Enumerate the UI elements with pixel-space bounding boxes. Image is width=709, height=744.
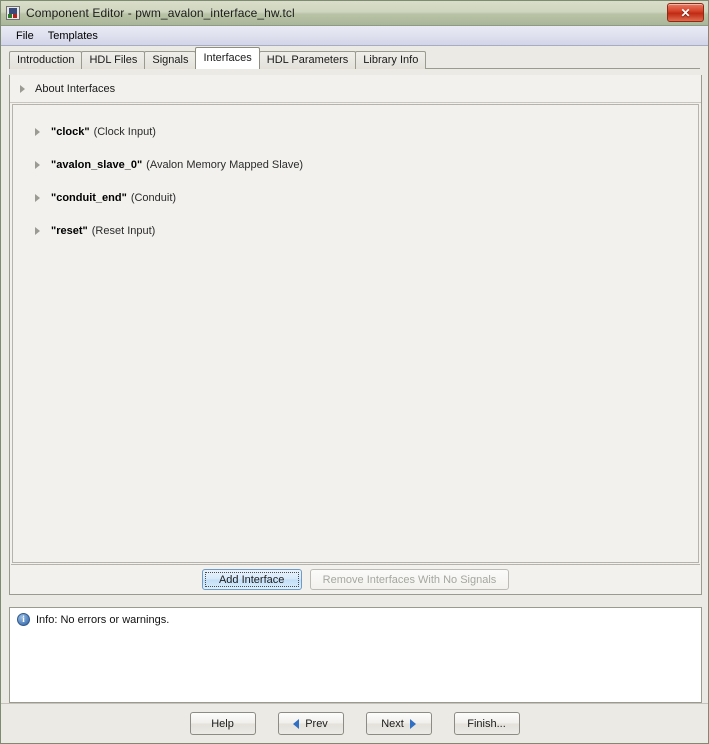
prev-button[interactable]: Prev [277,712,344,735]
menu-item-templates[interactable]: Templates [41,28,105,44]
message-row: i Info: No errors or warnings. [10,608,701,626]
message-text: Info: No errors or warnings. [36,613,170,626]
finish-button[interactable]: Finish... [453,712,520,735]
arrow-left-icon [293,718,300,729]
interface-actions-bar: Add Interface Remove Interfaces With No … [11,564,700,594]
menu-item-file[interactable]: File [9,28,41,44]
interface-type: (Conduit) [130,191,177,204]
tab-hdl-parameters[interactable]: HDL Parameters [258,51,357,69]
component-editor-icon [6,6,20,20]
interface-type: (Reset Input) [91,224,156,237]
list-item[interactable]: "avalon_slave_0" (Avalon Memory Mapped S… [13,148,698,181]
tab-signals[interactable]: Signals [144,51,197,69]
menu-bar: File Templates [1,26,708,46]
interfaces-list-panel[interactable]: "clock" (Clock Input) "avalon_slave_0" (… [12,104,699,563]
interface-type: (Clock Input) [93,125,156,138]
next-button[interactable]: Next [365,712,432,735]
interface-name: "reset" [51,224,88,237]
chevron-right-icon[interactable] [35,193,40,202]
tab-introduction[interactable]: Introduction [9,51,83,69]
window-title: Component Editor - pwm_avalon_interface_… [26,6,295,20]
chevron-right-icon[interactable] [35,160,40,169]
chevron-right-icon[interactable] [35,226,40,235]
help-label: Help [211,717,234,730]
message-panel: i Info: No errors or warnings. [9,607,702,703]
interfaces-tab-panel: About Interfaces "clock" (Clock Input) "… [9,75,702,595]
remove-interfaces-with-no-signals-button[interactable]: Remove Interfaces With No Signals [309,569,510,590]
wizard-footer: Help Prev Next Finish... [1,703,708,743]
arrow-right-icon [409,718,416,729]
about-interfaces-label: About Interfaces [35,82,116,95]
tab-strip: Introduction HDL Files Signals Interface… [1,46,708,69]
tab-hdl-files[interactable]: HDL Files [81,51,146,69]
interface-name: "clock" [51,125,90,138]
next-label: Next [381,717,404,730]
remove-interfaces-label: Remove Interfaces With No Signals [322,573,497,586]
close-icon[interactable]: ✕ [667,3,704,22]
about-interfaces-row[interactable]: About Interfaces [10,75,701,103]
information-icon: i [17,613,30,626]
list-item[interactable]: "clock" (Clock Input) [13,115,698,148]
chevron-right-icon[interactable] [35,127,40,136]
interface-name: "avalon_slave_0" [51,158,143,171]
help-button[interactable]: Help [189,712,256,735]
tab-interfaces[interactable]: Interfaces [195,47,260,69]
chevron-right-icon[interactable] [20,84,25,93]
add-interface-label: Add Interface [218,573,285,586]
interface-name: "conduit_end" [51,191,127,204]
component-editor-window: Component Editor - pwm_avalon_interface_… [0,0,709,744]
add-interface-button[interactable]: Add Interface [201,569,302,590]
title-bar: Component Editor - pwm_avalon_interface_… [1,1,708,26]
list-item[interactable]: "conduit_end" (Conduit) [13,181,698,214]
prev-label: Prev [305,717,328,730]
list-item[interactable]: "reset" (Reset Input) [13,214,698,247]
tab-library-info[interactable]: Library Info [355,51,427,69]
interface-type: (Avalon Memory Mapped Slave) [146,158,304,171]
interfaces-list: "clock" (Clock Input) "avalon_slave_0" (… [13,105,698,247]
finish-label: Finish... [467,717,506,730]
